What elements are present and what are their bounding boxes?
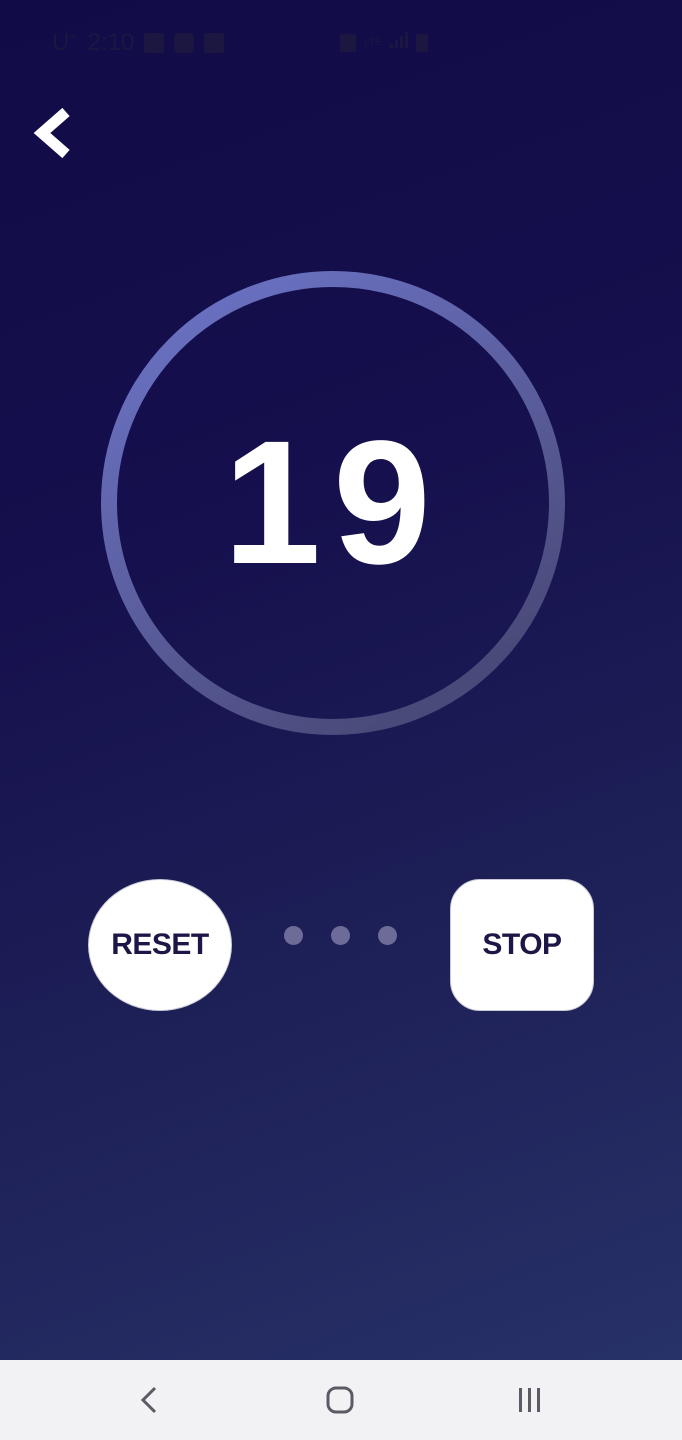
system-nav-bar: [0, 1360, 682, 1440]
chevron-left-icon: [33, 107, 70, 159]
status-time: 2:10: [87, 28, 135, 56]
mute-icon: [340, 33, 356, 52]
battery-charging-icon: [415, 33, 428, 52]
image-icon: [144, 32, 165, 53]
status-bar: U+ 2:10 LTE: [0, 22, 682, 62]
nav-back-button[interactable]: [128, 1378, 172, 1422]
back-button[interactable]: [30, 104, 80, 162]
nav-home-icon: [326, 1386, 354, 1414]
nav-recents-icon: [519, 1388, 540, 1412]
stop-button[interactable]: STOP: [450, 879, 594, 1011]
bag-icon: [174, 32, 195, 53]
reset-button[interactable]: RESET: [88, 879, 232, 1011]
status-bar-left: U+ 2:10: [52, 28, 225, 57]
page-dot-3: [378, 926, 397, 945]
timer-screen: U+ 2:10 LTE 19 RESET STOP: [0, 0, 682, 1360]
page-dot-1: [284, 926, 303, 945]
nav-recents-button[interactable]: [508, 1378, 552, 1422]
signal-icon: [389, 32, 408, 53]
page-dot-2: [331, 926, 350, 945]
carrier-label: U+: [52, 28, 78, 56]
nav-home-button[interactable]: [318, 1378, 362, 1422]
network-label: LTE: [364, 36, 382, 48]
nav-back-icon: [140, 1386, 157, 1414]
status-bar-right: LTE: [340, 32, 428, 53]
timer-value: 19: [223, 405, 443, 601]
sim-icon: [204, 32, 225, 53]
